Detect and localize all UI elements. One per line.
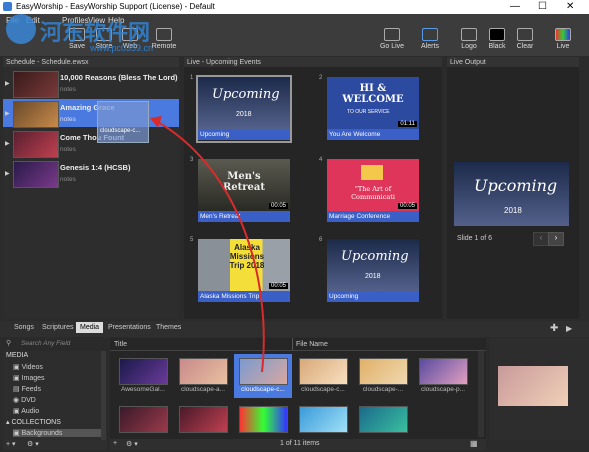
drag-arrow-path [157,121,265,373]
drag-arrow-overlay [150,116,265,373]
drag-arrow-head [150,116,162,128]
